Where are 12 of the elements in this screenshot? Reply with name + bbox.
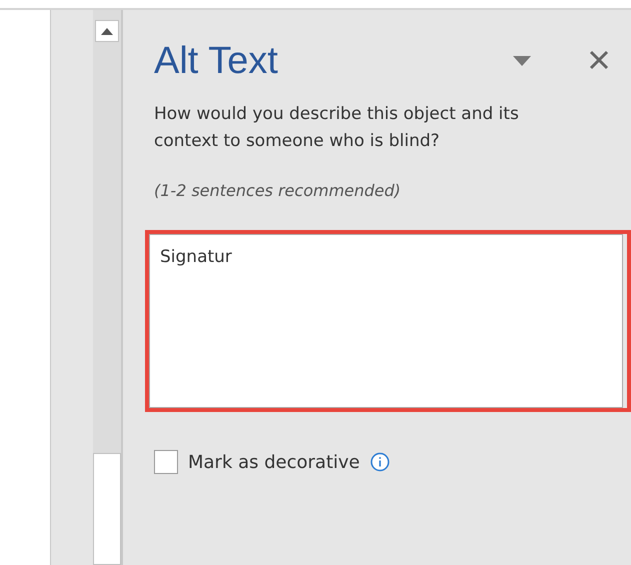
- up-arrow-icon: [101, 28, 113, 34]
- hint-text: (1-2 sentences recommended): [154, 181, 402, 200]
- caret-icon: [513, 56, 531, 66]
- checkbox[interactable]: [154, 450, 178, 474]
- close-icon: [589, 50, 609, 70]
- question-text: How would you describe this object and its context to someone who is blind?: [154, 103, 520, 153]
- info-icon[interactable]: [370, 452, 390, 472]
- pane-title: Alt Text: [154, 40, 279, 83]
- checkbox-label: Mark as decorative: [188, 452, 360, 472]
- scroll-up-button[interactable]: [95, 20, 119, 42]
- scrollbar-thumb[interactable]: [93, 453, 121, 565]
- description-field[interactable]: Signatur: [145, 230, 631, 412]
